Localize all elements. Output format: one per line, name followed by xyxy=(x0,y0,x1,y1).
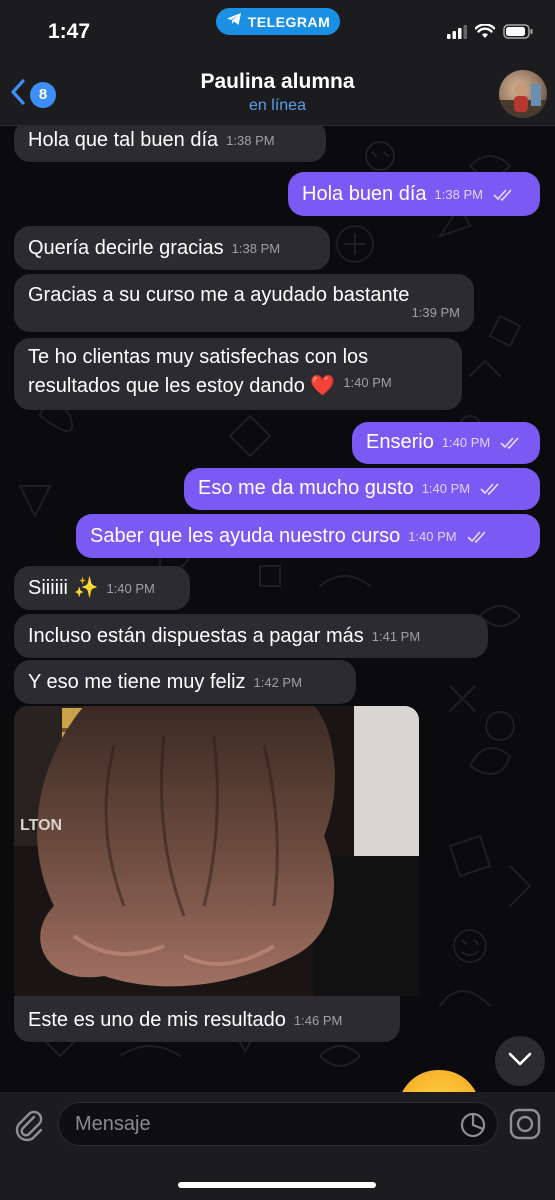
chat-area[interactable]: Hola que tal buen día 1:38 PM Hola buen d… xyxy=(0,126,555,1092)
message-text: Eso me da mucho gusto xyxy=(198,477,414,499)
message-time: 1:46 PM xyxy=(293,1013,343,1028)
home-indicator[interactable] xyxy=(178,1182,376,1188)
message-bubble[interactable]: Eso me da mucho gusto 1:40 PM xyxy=(184,468,540,510)
message-time: 1:41 PM xyxy=(371,629,421,644)
chat-header: 8 Paulina alumna en línea xyxy=(0,60,555,126)
read-checks-icon xyxy=(467,524,487,558)
message-text: Y eso me tiene muy feliz xyxy=(28,671,246,693)
message-bubble[interactable]: Quería decirle gracias 1:38 PM xyxy=(14,226,330,270)
message-text: Te ho clientas muy satisfechas con los xyxy=(28,346,369,368)
message-bubble[interactable]: Siiiiii ✨ 1:40 PM xyxy=(14,566,190,610)
message-text-line-2: resultados que les estoy dando ❤️ xyxy=(28,375,336,397)
scroll-down-button[interactable] xyxy=(495,1036,545,1086)
message-time: 1:38 PM xyxy=(231,241,281,256)
message-input-box xyxy=(58,1102,498,1146)
photo-attachment[interactable]: LTON xyxy=(14,706,419,996)
attach-button[interactable] xyxy=(12,1108,46,1142)
chat-title: Paulina alumna xyxy=(200,70,355,93)
message-time: 1:40 PM xyxy=(441,435,491,450)
telegram-pill[interactable]: TELEGRAM xyxy=(216,8,340,35)
sticker-icon xyxy=(459,1112,487,1143)
message-bubble[interactable]: Incluso están dispuestas a pagar más 1:41… xyxy=(14,614,488,658)
message-time: 1:38 PM xyxy=(434,187,483,202)
message-time: 1:42 PM xyxy=(253,675,302,690)
chat-status: en línea xyxy=(249,97,306,114)
chevron-down-icon xyxy=(508,1052,532,1071)
message-bubble[interactable]: Y eso me tiene muy feliz 1:42 PM xyxy=(14,660,356,704)
message-time: 1:40 PM xyxy=(408,529,457,544)
battery-icon xyxy=(503,24,533,44)
message-bubble[interactable]: Saber que les ayuda nuestro curso 1:40 PM xyxy=(76,514,540,558)
read-checks-icon xyxy=(500,430,520,464)
message-bubble[interactable]: Te ho clientas muy satisfechas con los r… xyxy=(14,338,462,410)
message-time: 1:38 PM xyxy=(226,133,275,148)
telegram-pill-label: TELEGRAM xyxy=(247,13,331,30)
message-text: Gracias a su curso me a ayudado bastante xyxy=(28,284,410,306)
sticker-button[interactable] xyxy=(459,1111,487,1139)
telegram-plane-icon xyxy=(226,12,242,31)
status-bar: 1:47 TELEGRAM xyxy=(0,0,555,60)
camera-icon xyxy=(508,1108,542,1145)
message-bubble[interactable]: Hola buen día 1:38 PM xyxy=(288,172,540,216)
system-icons xyxy=(447,23,533,44)
message-text: Incluso están dispuestas a pagar más xyxy=(28,625,364,647)
message-bubble[interactable]: Hola que tal buen día 1:38 PM xyxy=(14,126,326,162)
message-text: Siiiiii ✨ xyxy=(28,577,99,599)
message-bubble[interactable]: Este es uno de mis resultado 1:46 PM xyxy=(14,996,400,1042)
signal-icon xyxy=(447,24,467,44)
chat-title-block[interactable]: Paulina alumna en línea xyxy=(0,70,555,115)
wifi-icon xyxy=(474,23,496,44)
message-time: 1:40 PM xyxy=(106,581,155,596)
message-time: 1:40 PM xyxy=(343,375,392,390)
message-time: 1:39 PM xyxy=(411,305,460,320)
camera-button[interactable] xyxy=(508,1107,542,1141)
read-checks-icon xyxy=(480,476,500,510)
message-text: Saber que les ayuda nuestro curso xyxy=(90,525,401,547)
message-bubble[interactable]: Enserio 1:40 PM xyxy=(352,422,540,464)
message-text: Quería decirle gracias xyxy=(28,237,224,259)
message-input[interactable] xyxy=(75,1103,435,1145)
message-bubble[interactable]: Gracias a su curso me a ayudado bastante… xyxy=(14,274,474,332)
paperclip-icon xyxy=(12,1110,46,1146)
message-text: Hola que tal buen día xyxy=(28,129,219,151)
photo-sign-text: LTON xyxy=(20,817,62,834)
message-text: Enserio xyxy=(366,431,434,453)
read-checks-icon xyxy=(493,182,513,216)
clock: 1:47 xyxy=(48,20,91,43)
avatar[interactable] xyxy=(499,70,547,118)
message-text: Hola buen día xyxy=(302,183,427,205)
message-text: Este es uno de mis resultado xyxy=(28,1009,286,1031)
message-time: 1:40 PM xyxy=(421,481,471,496)
